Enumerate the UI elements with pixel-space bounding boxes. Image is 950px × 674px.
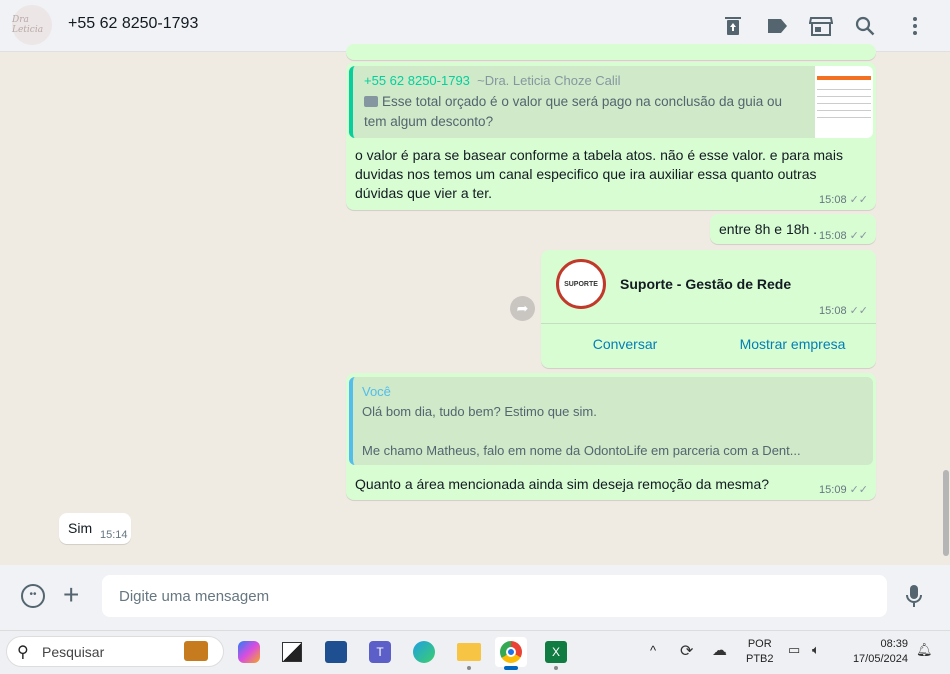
- message-bubble[interactable]: entre 8h e 18h . 15:08 ✓✓: [710, 214, 876, 244]
- taskbar-search[interactable]: ⚲ Pesquisar: [6, 636, 224, 667]
- emoji-icon[interactable]: ••: [21, 584, 45, 608]
- forward-icon[interactable]: ➦: [510, 296, 535, 321]
- network-icon[interactable]: ▭: [788, 642, 800, 658]
- quote-thumbnail: [815, 66, 873, 138]
- cloud-offline-icon[interactable]: ☁: [712, 641, 727, 659]
- chrome-icon[interactable]: [495, 637, 527, 670]
- incoming-message-bubble[interactable]: Sim 15:14: [59, 513, 131, 544]
- file-explorer-icon[interactable]: [453, 637, 485, 670]
- store-icon[interactable]: [320, 637, 352, 667]
- copilot-icon[interactable]: [233, 637, 265, 667]
- chat-button[interactable]: Conversar: [541, 336, 709, 352]
- quote-name: ~Dra. Leticia Choze Calil: [477, 73, 621, 88]
- volume-icon[interactable]: 🔈︎: [812, 642, 820, 658]
- menu-icon[interactable]: [903, 14, 927, 38]
- read-ticks-icon: ✓✓: [849, 484, 868, 496]
- message-time: 15:08: [819, 305, 847, 317]
- show-business-button[interactable]: Mostrar empresa: [709, 336, 876, 352]
- excel-icon[interactable]: X: [540, 637, 572, 670]
- search-icon: ⚲: [17, 644, 29, 661]
- quote-text: Esse total orçado é o valor que será pag…: [364, 94, 783, 129]
- quote-sender: +55 62 8250-1793: [364, 73, 470, 88]
- microphone-icon[interactable]: [906, 584, 922, 610]
- catalog-icon[interactable]: [809, 14, 833, 38]
- quoted-message[interactable]: +55 62 8250-1793 ~Dra. Leticia Choze Cal…: [349, 66, 873, 138]
- sync-icon[interactable]: ⟳: [680, 641, 693, 661]
- scrollbar-thumb[interactable]: [943, 470, 949, 556]
- message-bubble[interactable]: Você Olá bom dia, tudo bem? Estimo que s…: [346, 373, 876, 500]
- message-text: entre 8h e 18h .: [719, 221, 818, 237]
- message-time: 15:14: [100, 529, 128, 541]
- language-indicator[interactable]: POR PTB2: [746, 637, 774, 667]
- message-time: 15:08: [819, 230, 847, 242]
- message-time: 15:09: [819, 484, 847, 496]
- previous-message: [346, 44, 876, 60]
- message-input[interactable]: Digite uma mensagem: [102, 575, 887, 617]
- message-bubble[interactable]: +55 62 8250-1793 ~Dra. Leticia Choze Cal…: [346, 62, 876, 210]
- contact-name: Suporte - Gestão de Rede: [620, 276, 792, 292]
- quote-sender: Você: [362, 384, 391, 399]
- message-text: Sim: [68, 520, 93, 536]
- contact-avatar[interactable]: Dra Leticia: [12, 5, 52, 45]
- message-time: 15:08: [819, 194, 847, 206]
- teams-icon[interactable]: T: [364, 637, 396, 667]
- app-icon[interactable]: [276, 637, 308, 667]
- notification-bell-icon[interactable]: 🔔︎: [916, 642, 933, 658]
- message-text: Quanto a área mencionada ainda sim desej…: [355, 476, 770, 492]
- search-icon[interactable]: [853, 14, 877, 38]
- read-ticks-icon: ✓✓: [849, 305, 868, 317]
- attach-plus-icon[interactable]: +: [63, 580, 79, 610]
- briefcase-icon: [184, 641, 208, 661]
- camera-icon: [364, 96, 378, 107]
- chevron-up-icon[interactable]: ^: [650, 643, 656, 658]
- quote-text: Me chamo Matheus, falo em nome da Odonto…: [362, 443, 801, 458]
- delete-icon[interactable]: [721, 14, 745, 38]
- search-placeholder: Pesquisar: [42, 644, 105, 660]
- quote-text: Olá bom dia, tudo bem? Estimo que sim.: [362, 404, 597, 419]
- read-ticks-icon: ✓✓: [849, 194, 868, 206]
- read-ticks-icon: ✓✓: [849, 230, 868, 242]
- contact-logo: SUPORTE: [556, 259, 606, 309]
- contact-card[interactable]: SUPORTE Suporte - Gestão de Rede 15:08 ✓✓…: [541, 250, 876, 368]
- clock[interactable]: 08:39 17/05/2024: [840, 637, 908, 667]
- contact-title[interactable]: +55 62 8250-1793: [68, 15, 198, 33]
- label-icon[interactable]: [765, 14, 789, 38]
- edge-icon[interactable]: [408, 637, 440, 667]
- message-text: o valor é para se basear conforme a tabe…: [355, 147, 843, 201]
- quoted-message[interactable]: Você Olá bom dia, tudo bem? Estimo que s…: [349, 377, 873, 465]
